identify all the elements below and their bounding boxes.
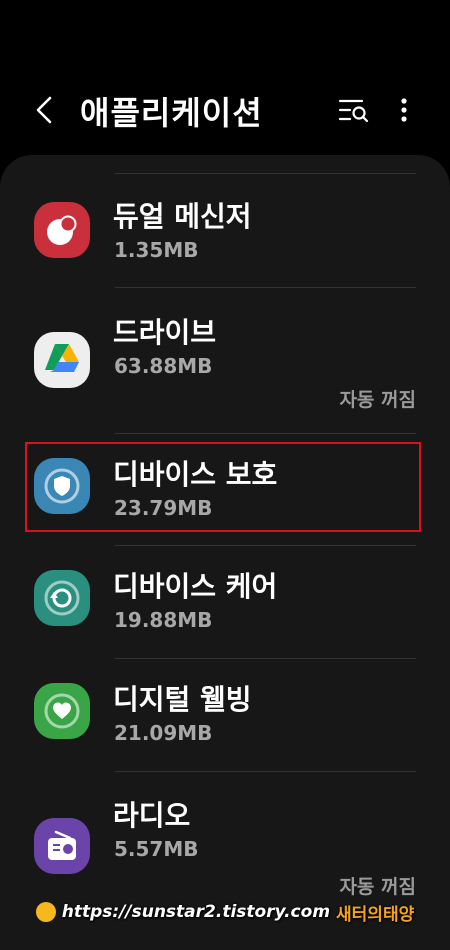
app-size: 1.35MB bbox=[114, 238, 199, 262]
emoji-icon bbox=[35, 902, 56, 922]
app-bar: 애플리케이션 bbox=[0, 0, 450, 155]
google-drive-icon bbox=[34, 332, 90, 388]
app-status: 자동 꺼짐 bbox=[339, 389, 416, 411]
watermark-brand: 새터의태양 bbox=[336, 904, 415, 925]
watermark: https://sunstar2.tistory.com 새터의태양 bbox=[0, 896, 450, 928]
list-item-digital-wellbeing[interactable]: 디지털 웰빙 21.09MB bbox=[0, 659, 450, 772]
filter-search-icon[interactable] bbox=[336, 94, 372, 126]
list-item-dual-messenger[interactable]: 듀얼 메신저 1.35MB bbox=[0, 174, 450, 287]
radio-icon bbox=[34, 818, 90, 874]
watermark-url: https://sunstar2.tistory.com bbox=[61, 902, 331, 922]
app-status: 자동 꺼짐 bbox=[339, 876, 416, 898]
app-size: 63.88MB bbox=[114, 354, 213, 378]
app-size: 5.57MB bbox=[114, 837, 199, 861]
app-name: 드라이브 bbox=[113, 316, 217, 349]
app-size: 21.09MB bbox=[114, 721, 213, 745]
app-size: 19.88MB bbox=[114, 608, 213, 632]
app-name: 디바이스 케어 bbox=[113, 570, 278, 603]
more-options-icon[interactable] bbox=[392, 94, 416, 126]
highlight-box bbox=[25, 442, 421, 532]
dual-messenger-icon bbox=[34, 202, 90, 258]
app-name: 듀얼 메신저 bbox=[113, 200, 252, 233]
list-item-device-care[interactable]: 디바이스 케어 19.88MB bbox=[0, 546, 450, 659]
app-list: 듀얼 메신저 1.35MB 드라이브 63.88MB 자동 꺼짐 디바이스 보호… bbox=[0, 155, 450, 950]
app-name: 디지털 웰빙 bbox=[113, 683, 252, 716]
device-care-icon bbox=[34, 570, 90, 626]
digital-wellbeing-heart-icon bbox=[34, 683, 90, 739]
page-title: 애플리케이션 bbox=[80, 94, 263, 132]
app-name: 라디오 bbox=[113, 799, 191, 832]
back-arrow-icon[interactable] bbox=[30, 92, 60, 128]
list-item-drive[interactable]: 드라이브 63.88MB 자동 꺼짐 bbox=[0, 288, 450, 433]
